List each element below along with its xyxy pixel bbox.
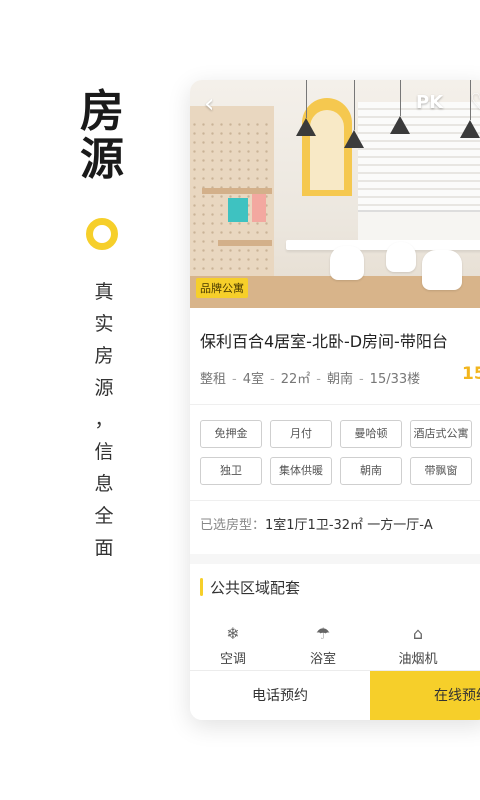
brand-apartment-badge: 品牌公寓 — [196, 278, 248, 298]
phone-booking-button[interactable]: 电话预约 — [190, 671, 370, 720]
selected-type-value: 1室1厅1卫-32㎡ 一方一厅-A — [265, 518, 433, 533]
photo-chair — [386, 242, 416, 272]
photo-lamp-cord — [354, 80, 355, 130]
ring-decoration — [86, 218, 118, 250]
tag: 月付 — [270, 420, 332, 448]
price: 15 — [462, 364, 480, 384]
listing-meta: 整租 -4室 -22㎡ - 朝南 -15/33楼 — [200, 372, 421, 387]
chevron-left-icon[interactable]: ‹ — [204, 91, 228, 117]
promo-subtitle-char: 息 — [94, 473, 114, 495]
promo-subtitle-char: 源 — [94, 377, 114, 399]
promo-subtitle-char: 信 — [94, 441, 114, 463]
tag: 免押金 — [200, 420, 262, 448]
promo-subtitle-char: 面 — [94, 537, 114, 559]
section-title-text: 公共区域配套 — [210, 579, 301, 597]
amenity-item: ☂ 浴室 — [288, 624, 358, 667]
tag: 带飘窗 — [410, 457, 472, 485]
promo-subtitle: 真 实 房 源 ， 信 息 全 面 — [92, 276, 116, 564]
promo-subtitle-char: ， — [94, 409, 114, 431]
divider — [190, 500, 480, 501]
snowflake-icon: ❄ — [226, 624, 240, 643]
meta-floor: 15/33楼 — [369, 372, 421, 387]
promo-subtitle-char: 全 — [94, 505, 114, 527]
promo-title: 房 源 — [80, 88, 126, 184]
meta-area: 22㎡ — [280, 372, 311, 387]
section-title: 公共区域配套 — [204, 577, 300, 598]
range-hood-icon: ⌂ — [412, 624, 424, 643]
selected-room-type[interactable]: 已选房型：1室1厅1卫-32㎡ 一方一厅-A — [200, 514, 433, 533]
promo-title-char: 源 — [80, 134, 124, 185]
tag: 集体供暖 — [270, 457, 332, 485]
photo-table — [286, 240, 480, 250]
listing-title: 保利百合4居室-北卧-D房间-带阳台 — [200, 332, 448, 351]
photo-cabinet — [358, 210, 480, 242]
amenity-item: ⌂ 油烟机 — [383, 624, 453, 667]
heart-icon[interactable]: ♡ — [470, 90, 480, 115]
meta-rent-type: 整租 — [200, 372, 227, 387]
promo-title-char: 房 — [80, 86, 124, 137]
photo-chair — [330, 246, 364, 280]
tag: 朝南 — [340, 457, 402, 485]
amenity-label: 空调 — [219, 652, 246, 667]
pk-button[interactable]: PK — [416, 92, 443, 113]
room-photo[interactable]: ‹ PK ♡ 品牌公寓 — [190, 80, 480, 308]
amenity-item: ❄ 空调 — [198, 624, 268, 667]
promo-subtitle-char: 实 — [94, 313, 114, 335]
photo-lamp — [344, 130, 364, 148]
photo-shelf — [218, 240, 272, 246]
bottom-action-bar: 电话预约 在线预约 — [190, 670, 480, 720]
photo-lamp — [390, 116, 410, 134]
meta-rooms: 4室 — [242, 372, 264, 387]
photo-lamp-cord — [306, 80, 307, 118]
photo-decor — [252, 194, 266, 222]
divider — [190, 404, 480, 405]
shower-icon: ☂ — [315, 624, 331, 643]
meta-orientation: 朝南 — [326, 372, 353, 387]
photo-decor — [228, 198, 248, 222]
listing-card: ‹ PK ♡ 品牌公寓 保利百合4居室-北卧-D房间-带阳台 整租 -4室 -22㎡… — [190, 80, 480, 720]
online-booking-button[interactable]: 在线预约 — [370, 671, 480, 720]
promo-subtitle-char: 房 — [94, 345, 114, 367]
photo-lamp — [296, 118, 316, 136]
section-accent-bar — [200, 578, 203, 596]
section-gap — [190, 554, 480, 564]
tag: 酒店式公寓 — [410, 420, 472, 448]
photo-lamp-cord — [400, 80, 401, 116]
amenity-label: 油烟机 — [398, 652, 438, 667]
photo-chair — [422, 250, 462, 290]
amenity-label: 浴室 — [309, 652, 336, 667]
tag: 曼哈顿 — [340, 420, 402, 448]
photo-lamp — [460, 120, 480, 138]
tag: 独卫 — [200, 457, 262, 485]
selected-type-label: 已选房型： — [200, 518, 266, 533]
promo-subtitle-char: 真 — [94, 281, 114, 303]
